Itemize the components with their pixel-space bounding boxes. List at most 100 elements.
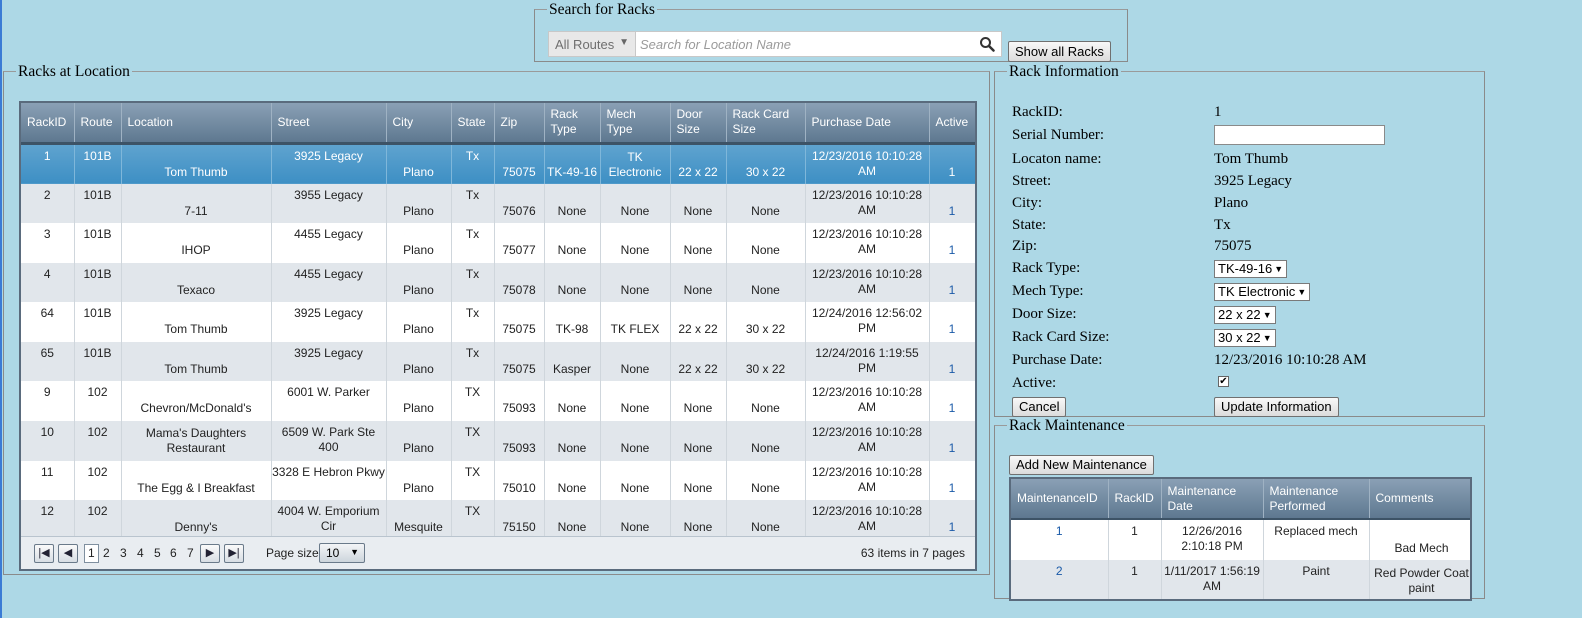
col-header-route[interactable]: Route (74, 103, 122, 145)
table-row[interactable]: 12 102 Denny's 4004 W. Emporium Cir Mesquite… (21, 500, 975, 540)
page-number[interactable]: 7 (187, 546, 194, 560)
door-size-select[interactable]: 22 x 22 ▼ (1214, 306, 1276, 324)
cell-state: TX (451, 460, 495, 501)
page-number-current[interactable]: 1 (84, 544, 99, 563)
prev-page-button[interactable]: ◀ (58, 544, 78, 563)
mech-type-select[interactable]: TK Electronic ▼ (1214, 283, 1311, 301)
cell-text: TK FLEX (610, 322, 660, 337)
cell-state: TX (451, 381, 495, 422)
cell-mech-type: None (600, 262, 671, 303)
col-header-purchase-date[interactable]: Purchase Date (805, 103, 930, 145)
add-new-maintenance-button[interactable]: Add New Maintenance (1009, 455, 1154, 475)
update-information-button[interactable]: Update Information (1214, 397, 1339, 417)
cell-text: 1 (1055, 524, 1063, 538)
table-row[interactable]: 2 101B 7-11 3955 Legacy Plano Tx 75076 None None… (21, 183, 975, 224)
col-header-city[interactable]: City (386, 103, 452, 145)
cell-text: 75093 (502, 441, 536, 456)
col-header-maintenance-date[interactable]: Maintenance Date (1161, 479, 1264, 520)
col-header-location[interactable]: Location (121, 103, 272, 145)
col-header-rackid[interactable]: RackID (1108, 479, 1162, 520)
cell-city: Plano (386, 223, 452, 263)
cell-date: 12/23/2016 10:10:28 AM (805, 381, 930, 422)
cell-text: 12 (40, 504, 54, 519)
col-header-rack-card-size[interactable]: Rack Card Size (726, 103, 806, 145)
table-row[interactable]: 11 102 The Egg & I Breakfast 3328 E Hebron … (21, 460, 975, 501)
page-size-dropdown[interactable]: 10 ▼ (319, 543, 365, 563)
col-header-rack-type[interactable]: Rack Type (544, 103, 601, 145)
col-header-maintenance-performed[interactable]: Maintenance Performed (1263, 479, 1370, 520)
cell-date: 12/24/2016 12:56:02 PM (805, 302, 930, 342)
rack-type-select[interactable]: TK-49-16 ▼ (1214, 260, 1288, 278)
cell-street: 3328 E Hebron Pkwy (271, 460, 387, 501)
table-row[interactable]: 64 101B Tom Thumb 3925 Legacy Plano Tx 75075 TK… (21, 302, 975, 342)
cell-text: Plano (403, 322, 434, 337)
cell-door: 22 x 22 (670, 143, 727, 184)
table-row[interactable]: 4 101B Texaco 4455 Legacy Plano Tx 75078 None No… (21, 262, 975, 303)
cell-text: 7-11 (184, 203, 208, 218)
chevron-down-icon: ▼ (1274, 264, 1284, 274)
show-all-racks-button[interactable]: Show all Racks (1008, 41, 1111, 62)
page-number[interactable]: 5 (154, 546, 161, 560)
active-label: Active: (1012, 375, 1057, 391)
cell-door: None (670, 421, 727, 461)
cell-text: None (683, 203, 713, 218)
table-row[interactable]: 10 102 Mama's Daughters Restaurant 6509 W. … (21, 421, 975, 461)
cancel-button[interactable]: Cancel (1012, 397, 1067, 417)
cell-card: None (726, 421, 806, 461)
col-header-mech-type[interactable]: Mech Type (600, 103, 671, 145)
page-number[interactable]: 6 (170, 546, 177, 560)
chevron-down-icon: ▼ (1262, 310, 1272, 320)
search-input[interactable]: Search for Location Name (636, 31, 1002, 57)
last-page-button[interactable]: ▶| (224, 544, 244, 563)
table-row[interactable]: 1 1 12/26/2016 2:10:18 PM Replaced mech Bad … (1011, 519, 1470, 560)
cell-text: 75075 (502, 164, 536, 179)
page-size-label: Page size: (266, 546, 323, 560)
cell-text: 1 (948, 480, 956, 495)
rack-card-size-value: 30 x 22 (1218, 330, 1261, 345)
cell-mech-type: None (600, 381, 671, 422)
cell-text: None (620, 401, 650, 416)
serial-number-input[interactable] (1214, 125, 1385, 145)
route-dropdown[interactable]: All Routes ▼ (548, 31, 636, 57)
col-header-door-size[interactable]: Door Size (670, 103, 727, 145)
cell-rackid: 1 (1108, 519, 1162, 560)
cell-text: 12/24/2016 12:56:02 PM (811, 306, 923, 336)
next-page-button[interactable]: ▶ (200, 544, 220, 563)
col-header-maintenance-id[interactable]: MaintenanceID (1011, 479, 1109, 520)
cell-text: 22 x 22 (678, 322, 718, 337)
first-page-button[interactable]: |◀ (34, 544, 54, 563)
table-row[interactable]: 1 101B Tom Thumb 3925 Legacy Plano Tx 75075 TK-… (21, 143, 975, 184)
table-row[interactable]: 65 101B Tom Thumb 3925 Legacy Plano Tx 75075 Ka… (21, 341, 975, 382)
cell-text: 4455 Legacy (294, 266, 363, 281)
col-header-state[interactable]: State (451, 103, 495, 145)
col-header-active[interactable]: Active (929, 103, 975, 145)
cell-street: 3925 Legacy (271, 143, 387, 184)
table-row[interactable]: 2 1 1/11/2017 1:56:19 AM Paint Red Powder Co… (1011, 560, 1470, 599)
racks-legend: Racks at Location (18, 63, 130, 80)
cell-text: None (683, 401, 713, 416)
table-row[interactable]: 3 101B IHOP 4455 Legacy Plano Tx 75077 None None… (21, 223, 975, 263)
cell-door: None (670, 460, 727, 501)
active-checkbox[interactable]: ✔ (1218, 376, 1229, 387)
cell-text: Plano (403, 361, 434, 376)
cell-door: None (670, 381, 727, 422)
cell-comments: Red Powder Coat paint (1369, 560, 1470, 599)
page-number[interactable]: 3 (120, 546, 127, 560)
table-row[interactable]: 9 102 Chevron/McDonald's 6001 W. Parker Plan… (21, 381, 975, 422)
search-icon[interactable] (979, 36, 995, 52)
page-number[interactable]: 2 (103, 546, 110, 560)
cell-rack-type: None (544, 223, 601, 263)
page-number[interactable]: 4 (137, 546, 144, 560)
cell-card: None (726, 381, 806, 422)
cell-text: Tx (465, 187, 480, 202)
col-header-comments[interactable]: Comments (1369, 479, 1470, 520)
col-header-rackid[interactable]: RackID (21, 103, 75, 145)
col-header-zip[interactable]: Zip (494, 103, 545, 145)
cell-text: 3 (43, 227, 51, 242)
cell-text: None (683, 282, 713, 297)
cell-zip: 75093 (494, 421, 545, 461)
cell-rack-type: TK-98 (544, 302, 601, 342)
col-header-street[interactable]: Street (271, 103, 387, 145)
rack-card-size-select[interactable]: 30 x 22 ▼ (1214, 329, 1276, 347)
cell-text: 12/23/2016 10:10:28 AM (811, 425, 923, 455)
